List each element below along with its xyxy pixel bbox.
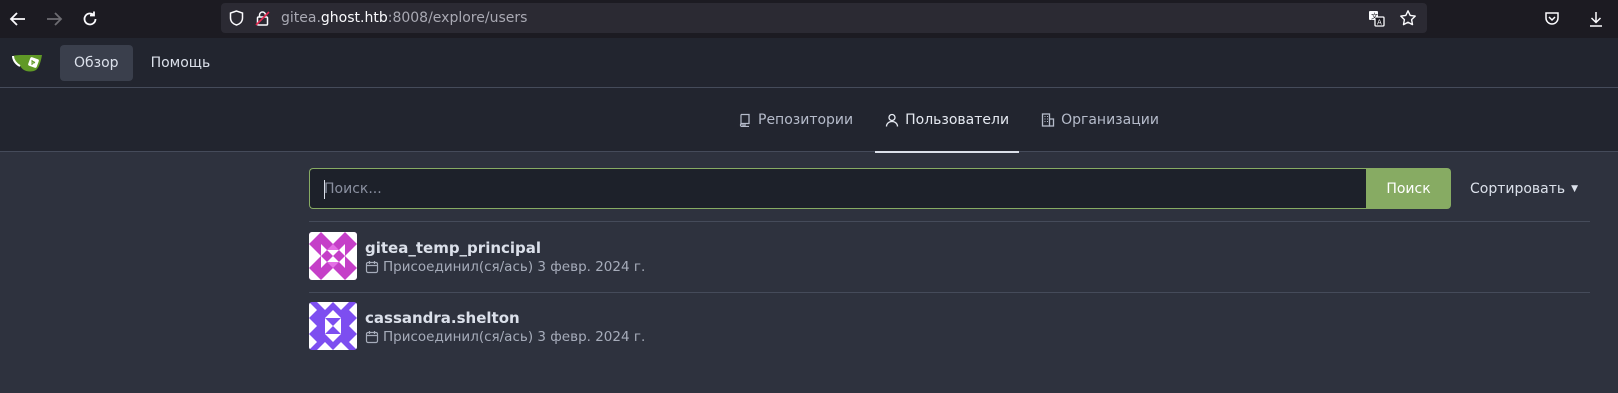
tab-repositories[interactable]: Репозитории (728, 88, 863, 152)
user-name-link[interactable]: cassandra.shelton (365, 308, 645, 328)
person-icon (885, 113, 899, 127)
user-joined: Присоединил(ся/ась) 3 февр. 2024 г. (365, 328, 645, 346)
tab-users-label: Пользователи (905, 112, 1010, 128)
url-text: gitea.ghost.htb:8008/explore/users (281, 10, 527, 26)
insecure-lock-icon[interactable] (249, 3, 275, 33)
user-list-item: cassandra.shelton Присоединил(ся/ась) 3 … (309, 302, 1590, 352)
arrow-right-icon (47, 12, 63, 26)
url-prefix: gitea. (281, 10, 321, 26)
avatar[interactable] (309, 302, 357, 350)
list-divider (309, 292, 1590, 293)
gitea-logo-icon[interactable] (10, 47, 52, 79)
tab-repositories-label: Репозитории (758, 112, 854, 128)
user-list-item: gitea_temp_principal Присоединил(ся/ась)… (309, 232, 1590, 282)
user-name-link[interactable]: gitea_temp_principal (365, 238, 645, 258)
search-button[interactable]: Поиск (1366, 168, 1451, 209)
tab-organizations[interactable]: Организации (1031, 88, 1169, 152)
tab-organizations-label: Организации (1061, 112, 1159, 128)
bookmark-star-icon[interactable] (1395, 5, 1421, 31)
list-divider (309, 221, 1590, 222)
organization-icon (1041, 113, 1055, 127)
tab-users[interactable]: Пользователи (875, 88, 1020, 153)
translate-icon[interactable]: 文A (1363, 5, 1389, 31)
explore-tabs-bar: Репозитории Пользователи Организации (0, 88, 1618, 153)
downloads-icon[interactable] (1574, 1, 1618, 37)
reload-icon (83, 11, 97, 26)
text-caret (324, 180, 325, 199)
shield-icon[interactable] (223, 3, 249, 33)
sort-dropdown[interactable]: Сортировать ▼ (1470, 168, 1578, 209)
caret-down-icon: ▼ (1571, 183, 1579, 194)
arrow-left-icon (9, 12, 25, 26)
nav-help[interactable]: Помощь (137, 45, 225, 81)
svg-text:A: A (1377, 18, 1382, 26)
user-joined: Присоединил(ся/ась) 3 февр. 2024 г. (365, 258, 645, 276)
avatar[interactable] (309, 232, 357, 280)
user-joined-text: Присоединил(ся/ась) 3 февр. 2024 г. (383, 259, 646, 275)
user-joined-text: Присоединил(ся/ась) 3 февр. 2024 г. (383, 329, 646, 345)
back-button[interactable] (0, 1, 36, 37)
repo-icon (739, 113, 750, 127)
nav-explore[interactable]: Обзор (60, 44, 133, 81)
url-path: :8008/explore/users (387, 10, 528, 26)
sort-label: Сортировать (1470, 180, 1566, 197)
calendar-icon (365, 331, 379, 344)
reload-button[interactable] (72, 1, 108, 37)
top-navbar: Обзор Помощь (0, 38, 1618, 88)
calendar-icon (365, 261, 379, 274)
browser-toolbar: gitea.ghost.htb:8008/explore/users 文A (0, 0, 1618, 38)
url-bar[interactable]: gitea.ghost.htb:8008/explore/users 文A (221, 3, 1427, 33)
forward-button[interactable] (36, 1, 72, 37)
search-form (309, 168, 1366, 209)
search-input[interactable] (310, 180, 1366, 197)
pocket-icon[interactable] (1530, 1, 1574, 37)
url-host: ghost.htb (320, 10, 388, 26)
